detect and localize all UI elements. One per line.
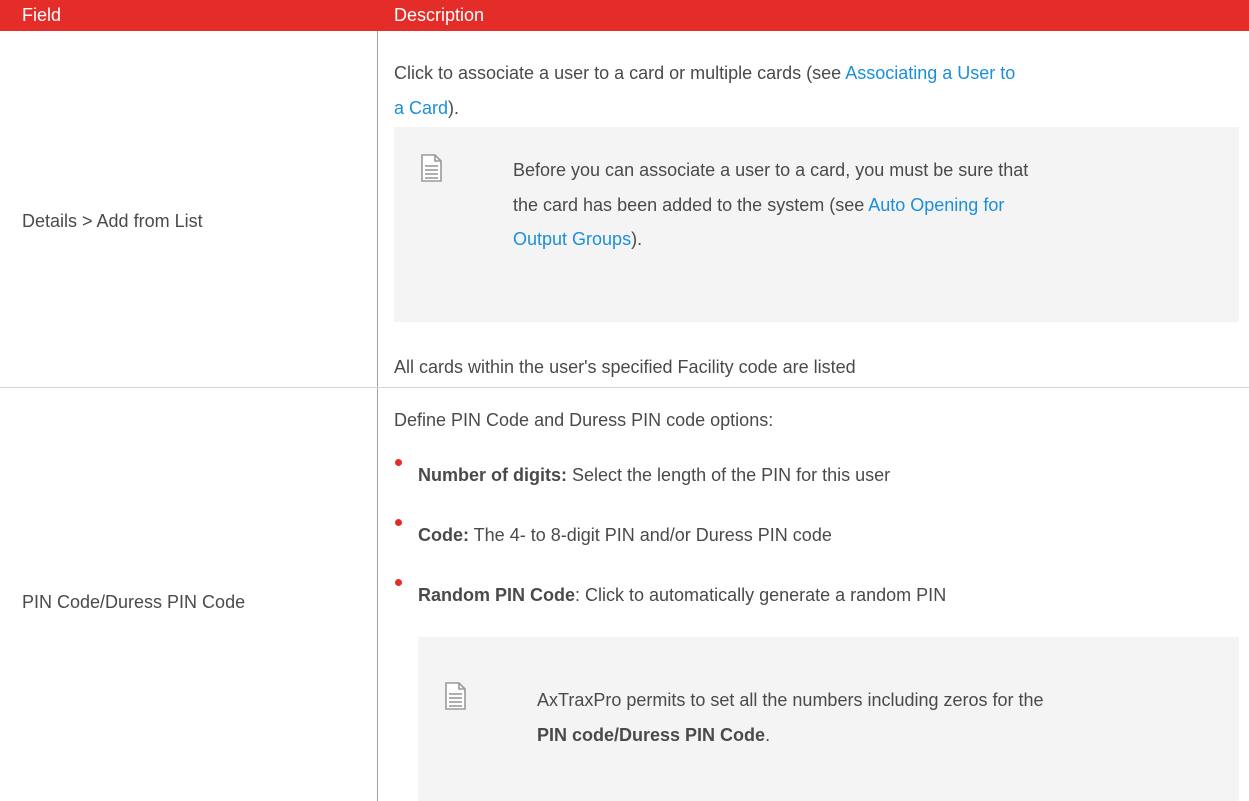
column-divider: [377, 388, 378, 801]
document-icon: [445, 682, 466, 710]
note-box: AxTraxPro permits to set all the numbers…: [418, 637, 1239, 801]
row-separator: [0, 387, 1249, 388]
link-output-groups[interactable]: Output Groups: [513, 229, 631, 249]
bullet-icon: [395, 459, 402, 466]
header-field: Field: [22, 5, 62, 25]
note-line1: AxTraxPro permits to set all the numbers…: [537, 690, 1044, 710]
row1-field: Details > Add from List: [22, 211, 203, 231]
bullet-icon: [395, 579, 402, 586]
row1-desc-line2: a Card).: [394, 98, 460, 118]
note-line1: Before you can associate a user to a car…: [513, 160, 1029, 180]
row1-footer: All cards within the user's specified Fa…: [394, 357, 856, 377]
note-line3: Output Groups).: [513, 229, 643, 249]
header-description: Description: [394, 5, 485, 25]
link-a-card[interactable]: a Card: [394, 98, 448, 118]
table-header: Field Description: [0, 0, 1249, 31]
row2-intro: Define PIN Code and Duress PIN code opti…: [394, 410, 774, 430]
row1-desc-line1: Click to associate a user to a card or m…: [394, 63, 1016, 83]
bullet-item: Number of digits: Select the length of t…: [418, 465, 891, 485]
link-associating-user[interactable]: Associating a User to: [845, 63, 1015, 83]
note-line2: the card has been added to the system (s…: [513, 195, 1005, 215]
note-line2: PIN code/Duress PIN Code.: [537, 725, 771, 745]
note-box: Before you can associate a user to a car…: [394, 127, 1239, 322]
document-icon: [421, 154, 442, 182]
link-auto-opening[interactable]: Auto Opening for: [868, 195, 1004, 215]
bullet-item: Code: The 4- to 8-digit PIN and/or Dures…: [418, 525, 832, 545]
row2-field: PIN Code/Duress PIN Code: [22, 592, 246, 612]
bullet-item: Random PIN Code: Click to automatically …: [418, 585, 947, 605]
bullet-icon: [395, 519, 402, 526]
column-divider: [377, 31, 378, 387]
